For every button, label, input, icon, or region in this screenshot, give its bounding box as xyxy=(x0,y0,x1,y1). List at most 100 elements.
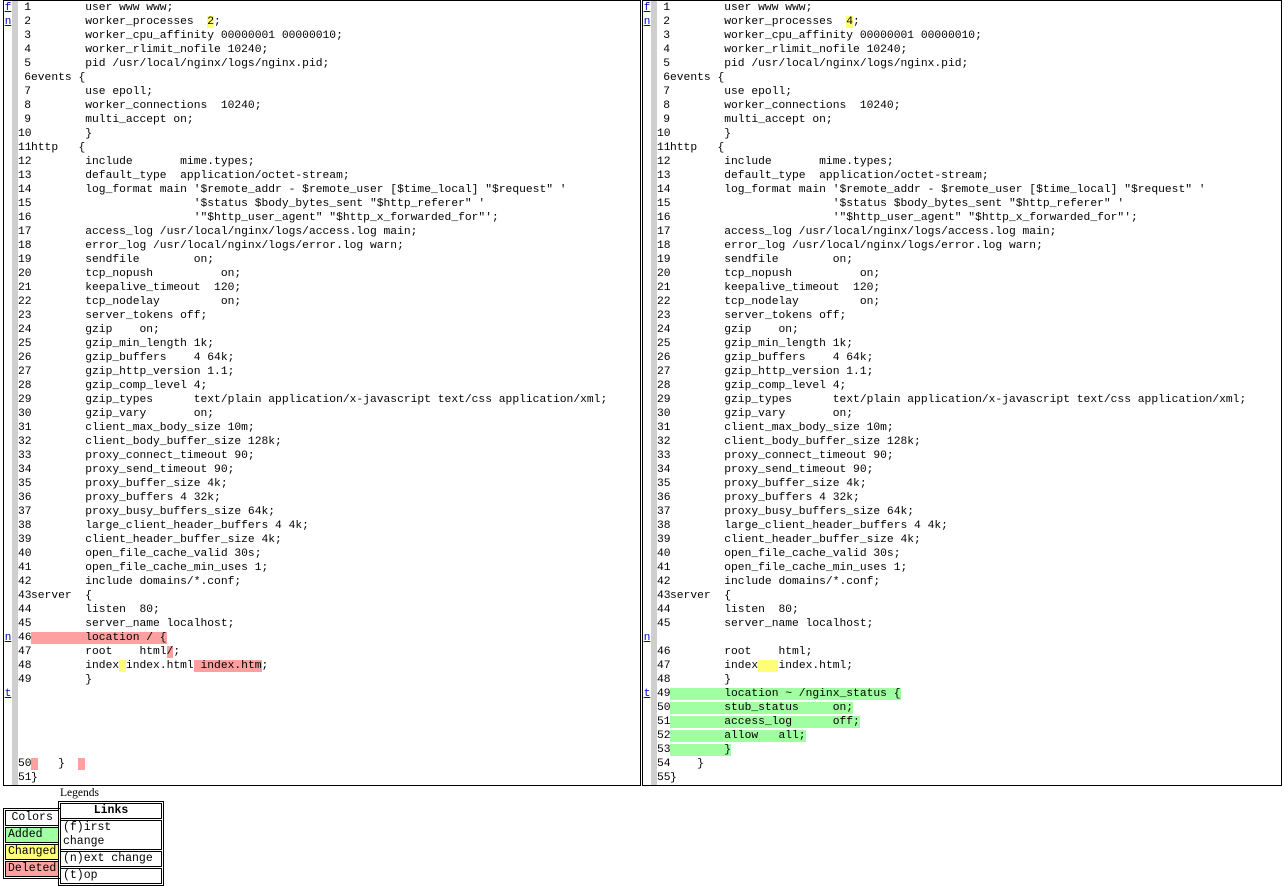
line-number: 34 xyxy=(18,464,32,476)
line-number: 48 xyxy=(18,660,32,672)
diff-line: 39 client_header_buffer_size 4k; xyxy=(4,533,640,547)
diff-chg-segment xyxy=(758,660,779,672)
right-diff-pane[interactable]: f1 user www www; n 2 worker_processes 4; 3 … xyxy=(642,0,1282,786)
legend-next-change: (n)ext change xyxy=(60,851,162,867)
line-number: 20 xyxy=(657,268,671,280)
next-change-link[interactable]: n xyxy=(643,631,651,645)
top-link[interactable]: t xyxy=(643,687,651,701)
line-number: 43 xyxy=(657,590,671,602)
code-text: proxy_connect_timeout 90; xyxy=(31,450,255,462)
diff-line: 34 proxy_send_timeout 90; xyxy=(4,463,640,477)
diff-line: 32 client_body_buffer_size 128k; xyxy=(643,435,1281,449)
gutter xyxy=(12,743,18,757)
line-code: http { xyxy=(31,141,85,155)
code-text: index xyxy=(31,660,120,672)
next-change-link[interactable]: n xyxy=(4,631,12,645)
diff-line: 29 gzip_types text/plain application/x-j… xyxy=(643,393,1281,407)
code-text: client_max_body_size 10m; xyxy=(31,422,255,434)
line-number: 41 xyxy=(657,562,671,574)
diff-line: t 49 location ~ /nginx_status { xyxy=(643,687,1281,701)
line-number: 23 xyxy=(657,310,671,322)
code-text: include domains/*.conf; xyxy=(670,576,881,588)
line-code: proxy_buffers 4 32k; xyxy=(31,491,221,505)
line-number: 5 xyxy=(663,58,670,70)
left-diff-pane[interactable]: f1 user www www; n 2 worker_processes 2; 3 … xyxy=(3,0,641,786)
line-code: gzip_min_length 1k; xyxy=(670,337,853,351)
code-text: root html; xyxy=(670,646,813,658)
code-text: proxy_buffers 4 32k; xyxy=(670,492,860,504)
line-code: server { xyxy=(670,589,731,603)
line-number: 8 xyxy=(24,100,31,112)
code-text: error_log /usr/local/nginx/logs/error.lo… xyxy=(670,240,1043,252)
colors-legend: Colors Added Changed Deleted xyxy=(3,808,62,879)
line-number: 31 xyxy=(657,422,671,434)
diff-line xyxy=(4,729,640,743)
diff-line: 37 proxy_busy_buffers_size 64k; xyxy=(4,505,640,519)
line-code: http { xyxy=(670,141,724,155)
next-change-link[interactable]: n xyxy=(4,15,12,29)
diff-line: 5 pid /usr/local/nginx/logs/nginx.pid; xyxy=(643,57,1281,71)
line-number: 24 xyxy=(18,324,32,336)
code-text: client_header_buffer_size 4k; xyxy=(670,534,921,546)
line-code: gzip_buffers 4 64k; xyxy=(670,351,873,365)
line-code: gzip_buffers 4 64k; xyxy=(31,351,234,365)
legend-changed: Changed xyxy=(5,844,60,860)
code-text: ; xyxy=(853,16,860,28)
line-number: 40 xyxy=(657,548,671,560)
diff-line: 45 server_name localhost; xyxy=(4,617,640,631)
code-text: root html xyxy=(31,646,167,658)
diff-line: 39 client_header_buffer_size 4k; xyxy=(643,533,1281,547)
code-text: gzip_types text/plain application/x-java… xyxy=(31,394,608,406)
line-number: 2 xyxy=(24,16,31,28)
line-number: 13 xyxy=(18,170,32,182)
first-change-link[interactable]: f xyxy=(643,1,651,15)
line-code: client_max_body_size 10m; xyxy=(31,421,255,435)
line-code: proxy_buffer_size 4k; xyxy=(31,477,228,491)
code-text: gzip_comp_level 4; xyxy=(670,380,847,392)
line-code: proxy_connect_timeout 90; xyxy=(31,449,255,463)
next-change-link[interactable]: n xyxy=(643,15,651,29)
code-text: open_file_cache_valid 30s; xyxy=(670,548,901,560)
line-number: 5 xyxy=(24,58,31,70)
diff-line xyxy=(4,743,640,757)
first-change-link[interactable]: f xyxy=(4,1,12,15)
diff-line: 28 gzip_comp_level 4; xyxy=(643,379,1281,393)
diff-line: 51} xyxy=(4,771,640,785)
diff-line: 22 tcp_nodelay on; xyxy=(4,295,640,309)
line-code: root html/; xyxy=(31,645,180,659)
code-text: proxy_send_timeout 90; xyxy=(31,464,235,476)
code-text: proxy_buffer_size 4k; xyxy=(31,478,228,490)
diff-line: 15 '$status $body_bytes_sent "$http_refe… xyxy=(643,197,1281,211)
line-number: 51 xyxy=(657,716,671,728)
code-text: } xyxy=(670,772,677,784)
line-code: include domains/*.conf; xyxy=(670,575,880,589)
line-code: server_name localhost; xyxy=(670,617,873,631)
line-code: listen 80; xyxy=(670,603,799,617)
line-code: } xyxy=(31,757,86,771)
code-text: proxy_send_timeout 90; xyxy=(670,464,874,476)
line-code: client_header_buffer_size 4k; xyxy=(31,533,282,547)
line-number: 12 xyxy=(657,156,671,168)
diff-line: 33 proxy_connect_timeout 90; xyxy=(4,449,640,463)
diff-line: 28 gzip_comp_level 4; xyxy=(4,379,640,393)
line-number: 26 xyxy=(18,352,32,364)
line-number: 6 xyxy=(24,72,31,84)
line-number: 18 xyxy=(18,240,32,252)
line-code: open_file_cache_min_uses 1; xyxy=(670,561,907,575)
line-number: 9 xyxy=(24,114,31,126)
line-code: '"$http_user_agent" "$http_x_forwarded_f… xyxy=(31,211,499,225)
code-text: gzip_comp_level 4; xyxy=(31,380,208,392)
line-code: stub_status on; xyxy=(670,701,854,715)
line-code: gzip on; xyxy=(31,323,160,337)
code-text: user www www; xyxy=(670,2,813,14)
code-text: listen 80; xyxy=(31,604,160,616)
line-code: allow all; xyxy=(670,729,806,743)
code-text: gzip on; xyxy=(31,324,160,336)
diff-line: 25 gzip_min_length 1k; xyxy=(4,337,640,351)
top-link[interactable]: t xyxy=(4,687,12,701)
line-code: use epoll; xyxy=(670,85,792,99)
line-number: 28 xyxy=(657,380,671,392)
code-text: pid /usr/local/nginx/logs/nginx.pid; xyxy=(31,58,330,70)
line-number: 49 xyxy=(18,674,32,686)
code-text: include mime.types; xyxy=(670,156,894,168)
